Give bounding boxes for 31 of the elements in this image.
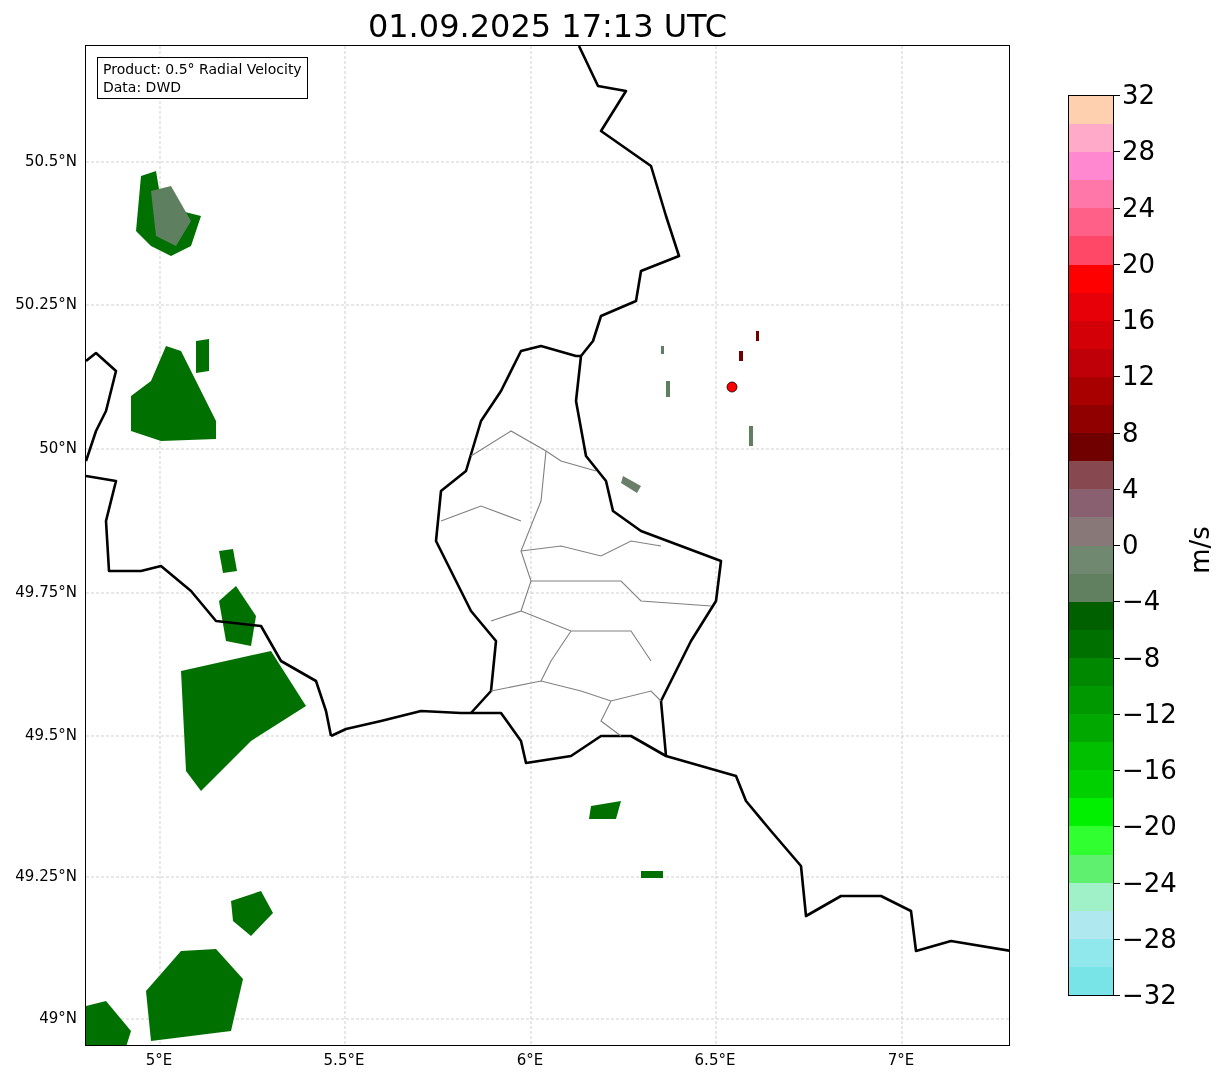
latitude-label: 50.25°N [15, 295, 77, 313]
colorbar-tick-label: 32 [1122, 80, 1156, 110]
colorbar-tick-label: −32 [1122, 980, 1177, 1010]
latitude-label: 49.5°N [24, 726, 77, 744]
latitude-label: 50°N [39, 439, 77, 457]
colorbar-tick-label: −24 [1122, 867, 1177, 898]
chart-title: 01.09.2025 17:13 UTC [366, 6, 729, 47]
longitude-label: 5.5°E [323, 1051, 365, 1069]
colorbar-tick-label: 0 [1122, 530, 1139, 560]
colorbar-tick-label: 28 [1122, 136, 1156, 167]
colorbar-tick-label: −16 [1122, 755, 1177, 785]
colorbar-tick-label: −4 [1122, 586, 1161, 617]
colorbar-tick-label: 24 [1122, 192, 1156, 223]
info-box: Product: 0.5° Radial Velocity Data: DWD [97, 57, 308, 99]
colorbar-tick-label: −28 [1122, 923, 1177, 954]
colorbar-tick-label: 20 [1122, 248, 1156, 279]
longitude-label: 5°E [145, 1051, 173, 1069]
longitude-label: 7°E [887, 1051, 915, 1069]
colorbar-tick-label: −8 [1122, 642, 1161, 673]
colorbar-tick-label: −20 [1122, 811, 1177, 842]
longitude-label: 6.5°E [694, 1051, 736, 1069]
colorbar-tick-label: 8 [1122, 417, 1139, 448]
colorbar-tick-label: 4 [1122, 473, 1139, 504]
longitude-label: 6°E [516, 1051, 544, 1069]
latitude-label: 49.25°N [15, 867, 77, 885]
latitude-label: 49°N [39, 1009, 77, 1027]
latitude-label: 50.5°N [24, 152, 77, 170]
colorbar-tick-label: 16 [1122, 305, 1156, 335]
colorbar-tick-label: 12 [1122, 361, 1156, 392]
colorbar-tick-label: −12 [1122, 698, 1177, 729]
latitude-label: 49.75°N [15, 583, 77, 601]
